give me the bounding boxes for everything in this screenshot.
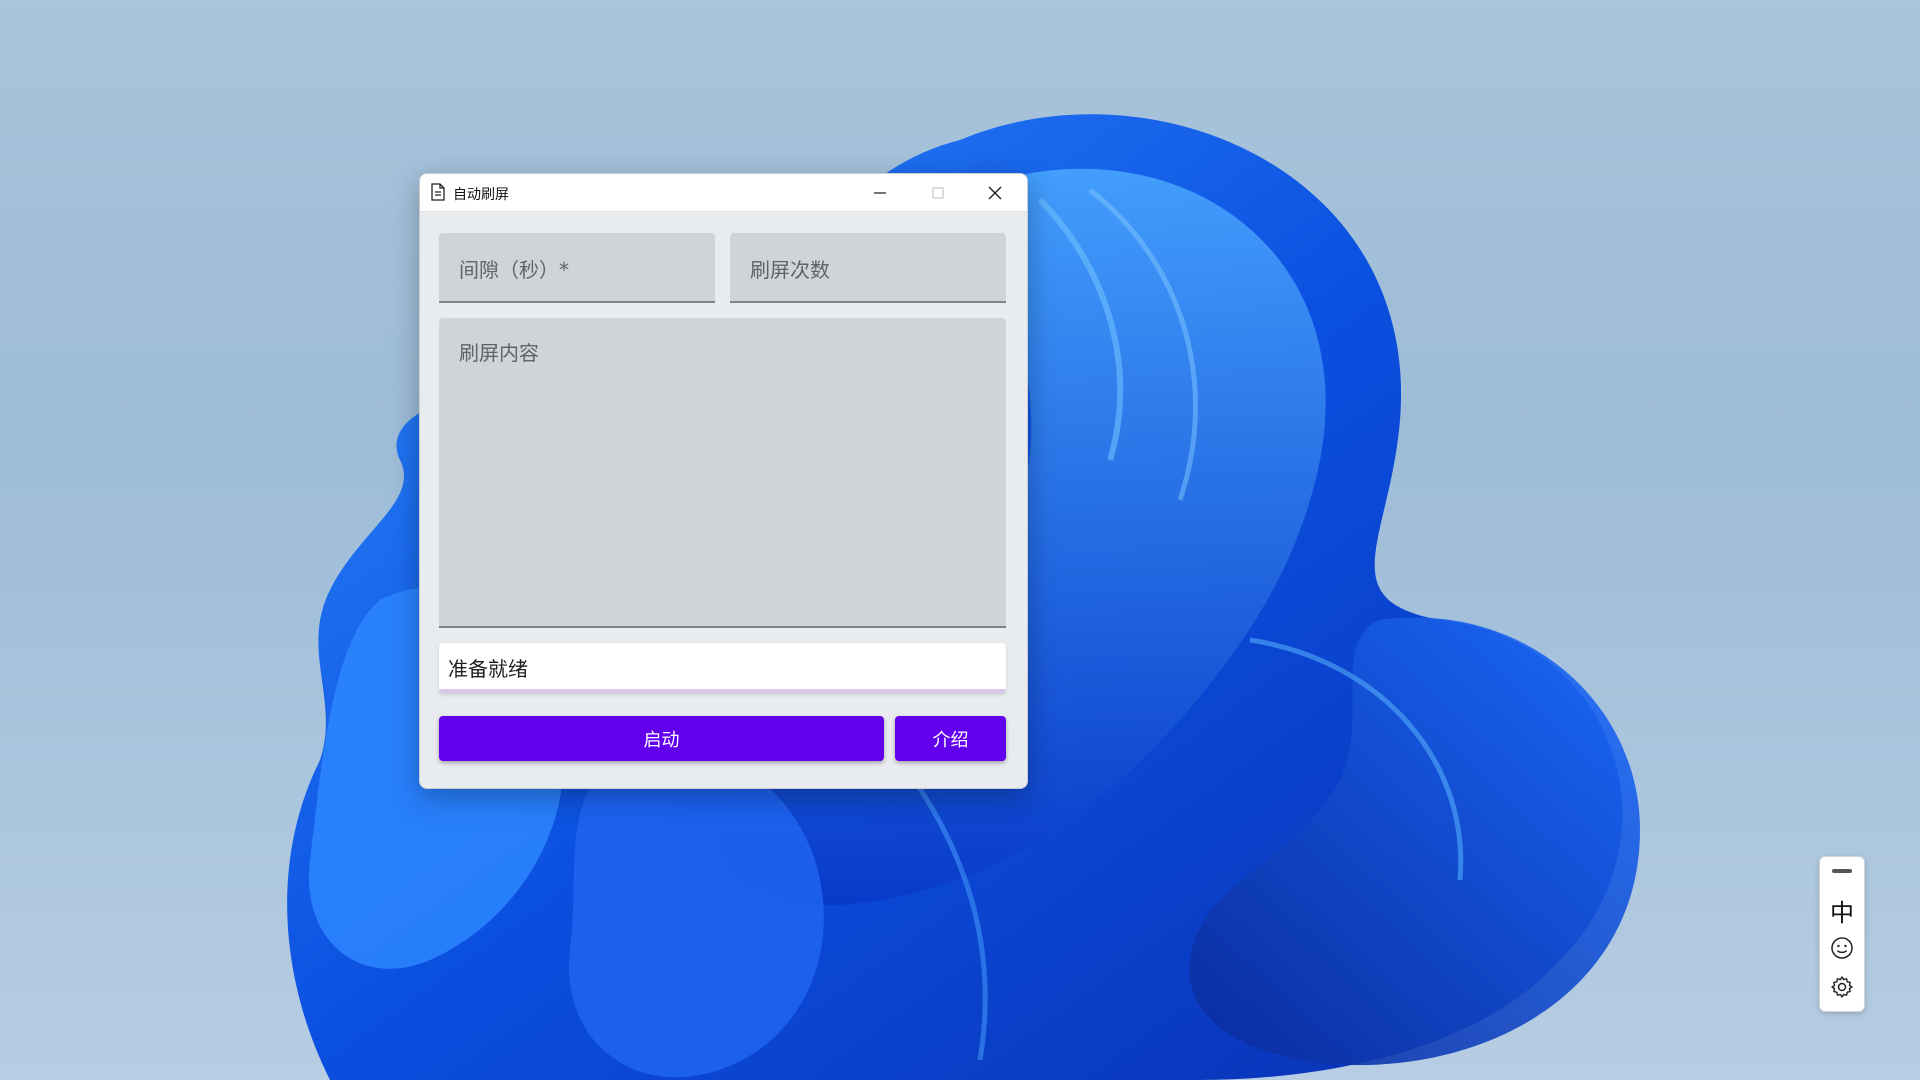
document-icon [431,183,445,201]
minimize-button[interactable] [851,174,909,211]
content-textarea[interactable]: 刷屏内容 [439,318,1006,628]
app-window: 自动刷屏 间隙（秒）* 刷屏次数 刷屏内容 准备就绪 启动 介绍 [419,173,1028,789]
content-placeholder: 刷屏内容 [459,341,539,365]
maximize-button[interactable] [909,174,967,211]
drag-handle-icon[interactable] [1832,869,1852,873]
ime-toolbar: 中 [1819,856,1865,1012]
title-bar[interactable]: 自动刷屏 [420,174,1027,212]
ime-language-toggle[interactable]: 中 [1820,893,1864,928]
intro-button[interactable]: 介绍 [895,716,1006,761]
minimize-icon [874,191,886,194]
status-text: 准备就绪 [448,657,528,681]
maximize-icon [932,187,944,198]
desktop: 自动刷屏 间隙（秒）* 刷屏次数 刷屏内容 准备就绪 启动 介绍 中 [0,0,1920,1080]
count-placeholder: 刷屏次数 [750,258,830,282]
close-icon [988,186,1002,199]
count-input[interactable]: 刷屏次数 [730,233,1006,303]
window-title: 自动刷屏 [453,187,509,203]
interval-input[interactable]: 间隙（秒）* [439,233,715,303]
status-box: 准备就绪 [439,643,1006,693]
interval-placeholder: 间隙（秒）* [459,258,569,282]
start-button[interactable]: 启动 [439,716,884,761]
settings-icon[interactable] [1830,975,1854,999]
emoji-icon[interactable] [1830,936,1854,960]
close-button[interactable] [966,174,1024,211]
